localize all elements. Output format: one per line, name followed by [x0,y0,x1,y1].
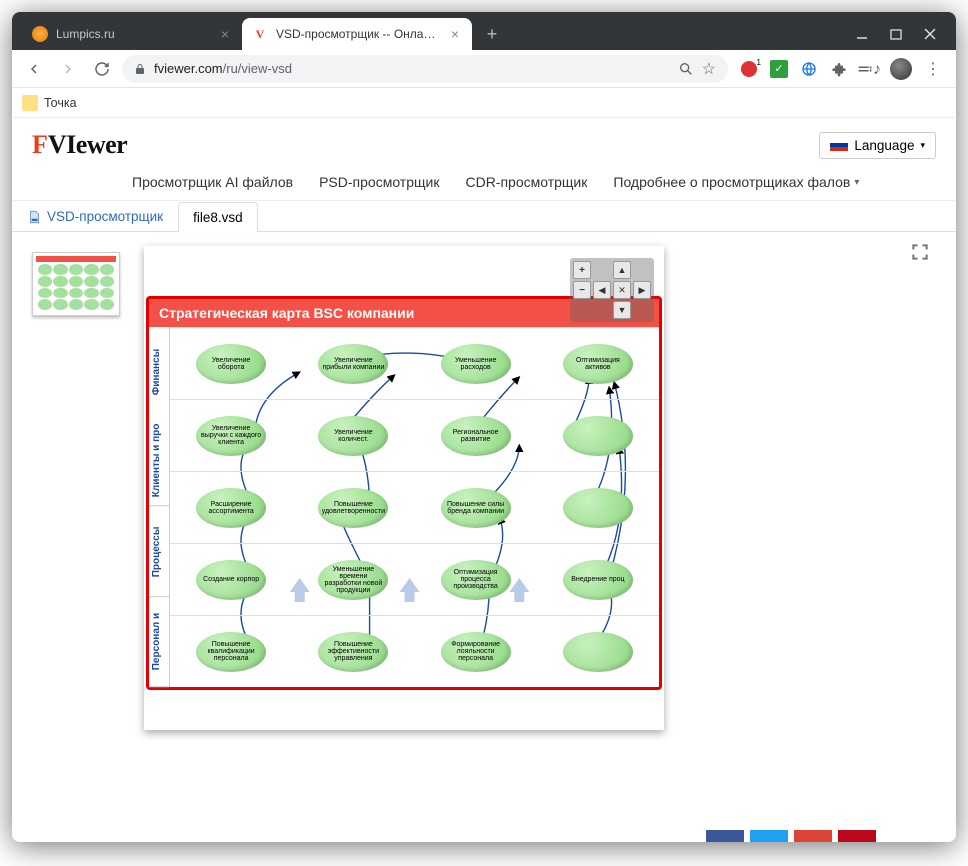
map-node: Увеличение прибыли компании [318,344,388,384]
extensions-icon[interactable] [830,60,848,78]
browser-tab-fviewer[interactable]: V VSD-просмотрщик -- Онлайн п… × [242,18,472,50]
search-in-page-icon[interactable] [678,61,694,77]
nav-psd[interactable]: PSD-просмотрщик [319,174,439,190]
map-node: Увеличение количест. [318,416,388,456]
tab-title: Lumpics.ru [56,27,210,41]
favicon-fviewer: V [252,26,268,42]
extensions-area: 1 ✓ ≕♪ ⋮ [734,58,948,80]
nav-cdr[interactable]: CDR-просмотрщик [465,174,587,190]
map-node: Увеличение оборота [196,344,266,384]
titlebar: Lumpics.ru × V VSD-просмотрщик -- Онлайн… [12,12,956,50]
strategy-map: Увеличение оборота Увеличение прибыли ко… [169,327,659,687]
map-node: Повышение квалификации персонала [196,632,266,672]
map-node: Оптимизация процесса производства [441,560,511,600]
browser-window: Lumpics.ru × V VSD-просмотрщик -- Онлайн… [12,12,956,842]
zoom-controls: + − ▲ ◀✕▶ ▼ [570,258,654,322]
extension-icon[interactable] [800,60,818,78]
extension-icon[interactable]: ✓ [770,60,788,78]
nav-ai[interactable]: Просмотрщик AI файлов [132,174,293,190]
browser-tab-lumpics[interactable]: Lumpics.ru × [22,18,242,50]
vsd-icon [27,210,41,224]
social-facebook[interactable] [706,830,744,842]
tab-file[interactable]: file8.vsd [178,202,258,232]
profile-avatar[interactable] [890,58,912,80]
label-process: Процессы [149,507,169,597]
map-node [563,488,633,528]
tab-title: VSD-просмотрщик -- Онлайн п… [276,27,440,41]
map-node: Региональное развитие [441,416,511,456]
extension-icon[interactable]: ≕♪ [860,60,878,78]
close-icon[interactable]: × [218,27,232,41]
pan-right-button[interactable]: ▶ [633,281,651,299]
social-buttons [706,830,876,842]
favicon-lumpics [32,26,48,42]
forward-button[interactable] [54,55,82,83]
zoom-in-button[interactable]: + [573,261,591,279]
pan-left-button[interactable]: ◀ [593,281,611,299]
url-text: fviewer.com/ru/view-vsd [154,61,670,76]
star-icon[interactable]: ☆ [702,59,716,79]
document-preview[interactable]: + − ▲ ◀✕▶ ▼ Стратегическая карта BSC ком… [144,246,664,730]
tab-label: VSD-просмотрщик [47,209,163,224]
flag-icon [830,139,848,151]
map-node: Внедрение проц [563,560,633,600]
bookmark-item[interactable]: Точка [44,96,77,110]
maximize-icon[interactable] [890,28,902,40]
zoom-out-button[interactable]: − [573,281,591,299]
social-google[interactable] [794,830,832,842]
tab-label: file8.vsd [193,210,243,225]
lock-icon [134,63,146,75]
tab-vsd-viewer[interactable]: VSD-просмотрщик [12,201,178,231]
logo[interactable]: FVIewer [32,130,127,160]
thumbnail-panel [32,246,124,316]
caret-down-icon: ▾ [920,140,925,151]
label-finance: Финансы [149,327,169,416]
reset-view-button[interactable]: ✕ [613,281,631,299]
map-node: Повышение силы бренда компании [441,488,511,528]
page-thumbnail[interactable] [32,252,120,316]
map-node: Оптимизация активов [563,344,633,384]
viewer-area: + − ▲ ◀✕▶ ▼ Стратегическая карта BSC ком… [12,232,956,792]
map-node: Уменьшение времени разработки новой прод… [318,560,388,600]
pan-up-button[interactable]: ▲ [613,261,631,279]
main-nav: Просмотрщик AI файлов PSD-просмотрщик CD… [12,166,956,201]
file-tabs: VSD-просмотрщик file8.vsd [12,201,956,232]
social-twitter[interactable] [750,830,788,842]
map-node: Формирование лояльности персонала [441,632,511,672]
map-node: Повышение эффективности управления [318,632,388,672]
site-header: FVIewer Language ▾ [12,118,956,166]
map-node: Увеличение выручки с каждого клиента [196,416,266,456]
fullscreen-button[interactable] [910,242,932,264]
window-controls [836,28,956,50]
reload-button[interactable] [88,55,116,83]
map-node: Создание корпор [196,560,266,600]
close-icon[interactable]: × [448,27,462,41]
back-button[interactable] [20,55,48,83]
minimize-icon[interactable] [856,28,868,40]
row-labels: Финансы Клиенты и про Процессы Персонал … [149,327,169,687]
map-node: Повышение удовлетворенности [318,488,388,528]
url-input[interactable]: fviewer.com/ru/view-vsd ☆ [122,55,728,83]
language-label: Language [854,138,914,153]
caret-down-icon: ▾ [854,177,859,188]
pan-down-button[interactable]: ▼ [613,301,631,319]
address-bar: fviewer.com/ru/view-vsd ☆ 1 ✓ ≕♪ ⋮ [12,50,956,88]
tab-strip: Lumpics.ru × V VSD-просмотрщик -- Онлайн… [12,12,836,50]
label-clients: Клиенты и про [149,416,169,506]
page-content: FVIewer Language ▾ Просмотрщик AI файлов… [12,118,956,842]
language-button[interactable]: Language ▾ [819,132,936,159]
close-icon[interactable] [924,28,936,40]
nav-more[interactable]: Подробнее о просмотрщиках фалов▾ [613,174,859,190]
social-pinterest[interactable] [838,830,876,842]
menu-icon[interactable]: ⋮ [924,60,942,78]
map-node: Расширение ассортимента [196,488,266,528]
new-tab-button[interactable]: + [478,20,506,48]
map-node [563,632,633,672]
label-personnel: Персонал и [149,597,169,687]
map-node: Уменьшение расходов [441,344,511,384]
extension-icon[interactable]: 1 [740,60,758,78]
bookmarks-bar: Точка [12,88,956,118]
folder-icon [22,95,38,111]
map-node [563,416,633,456]
